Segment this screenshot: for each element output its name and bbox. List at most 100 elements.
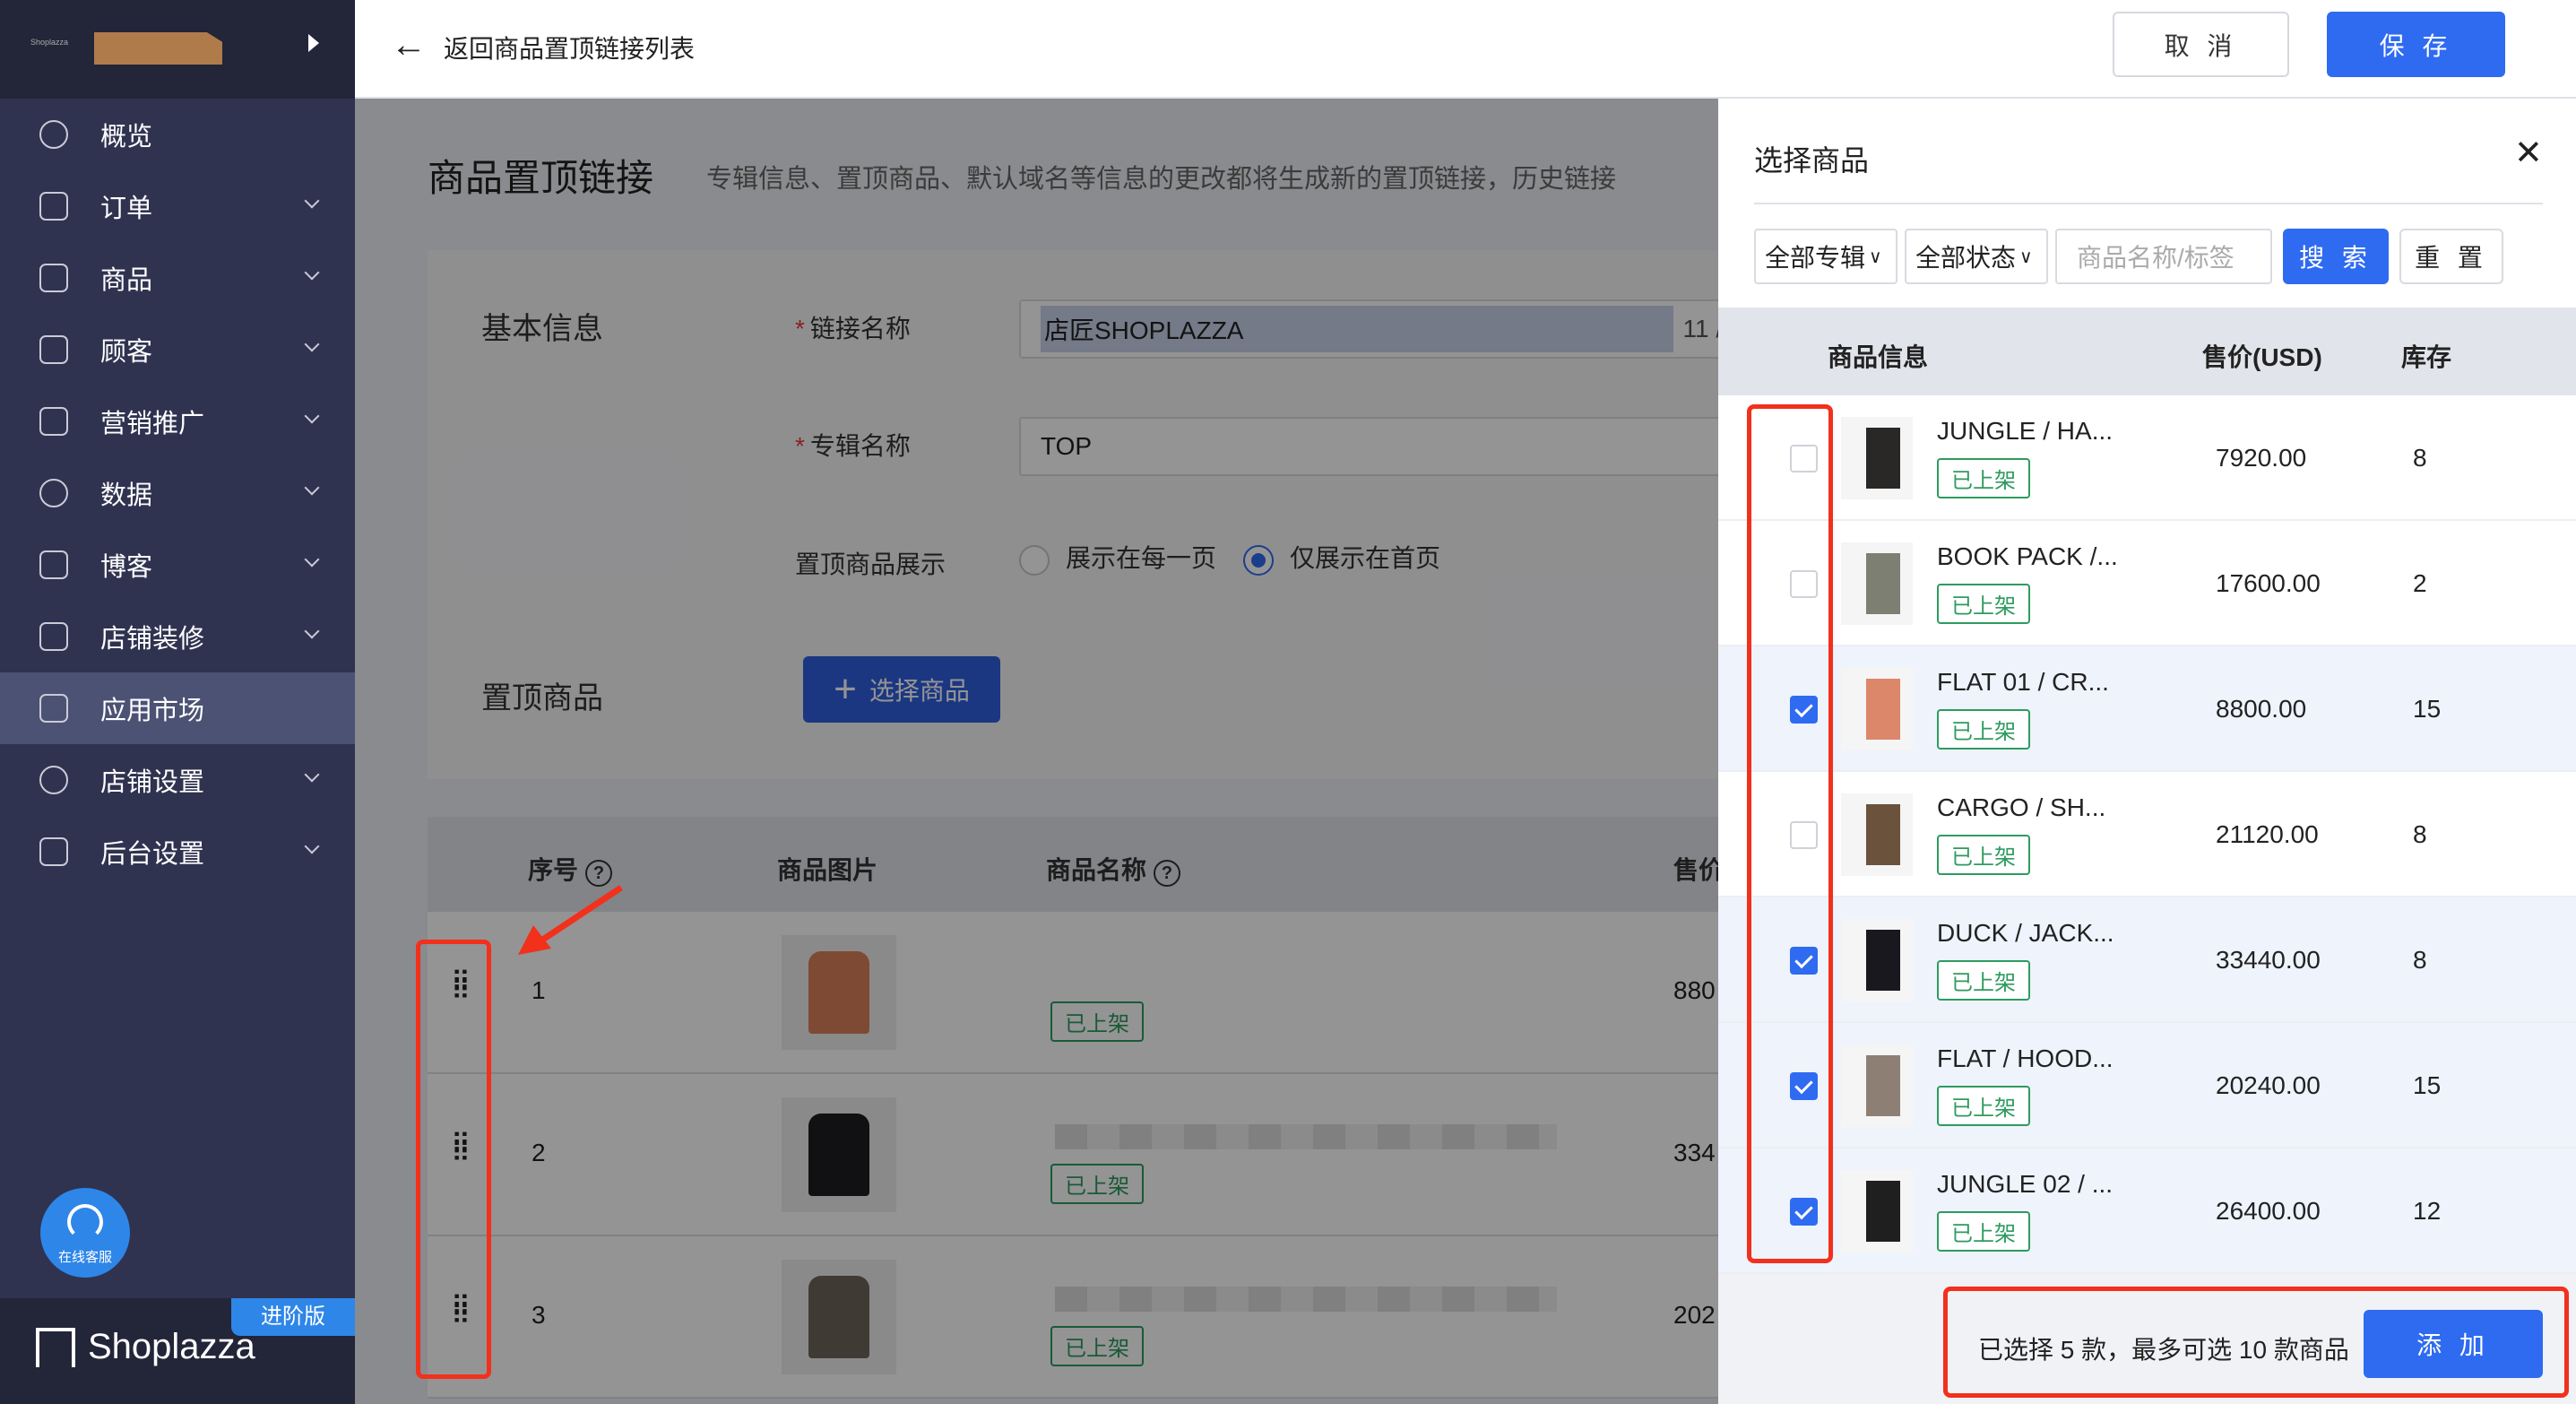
sidebar-item-label: 博客 [100, 553, 153, 582]
shoplazza-logo-icon [36, 1327, 75, 1367]
save-button[interactable]: 保 存 [2327, 12, 2505, 77]
sidebar-item-label: 店铺设置 [100, 768, 205, 797]
product-name: FLAT 01 / CR... [1937, 668, 2109, 696]
product-row[interactable]: FLAT 01 / CR... 已上架 8800.00 15 [1718, 646, 2576, 772]
product-price: 20240.00 [2216, 1071, 2321, 1099]
storefront-icon [39, 622, 68, 651]
product-price: 17600.00 [2216, 569, 2321, 597]
sidebar-item-2[interactable]: 商品 [0, 242, 355, 314]
product-row[interactable]: CARGO / SH... 已上架 21120.00 8 [1718, 772, 2576, 897]
store-logo: Shoplazza [30, 38, 69, 47]
status-badge: 已上架 [1937, 1086, 2030, 1126]
annotation-arrow-icon [518, 885, 623, 955]
cancel-button[interactable]: 取 消 [2113, 12, 2289, 77]
col-stock: 库存 [2401, 343, 2452, 371]
product-thumbnail [1841, 793, 1913, 876]
status-badge: 已上架 [1937, 584, 2030, 624]
product-name: BOOK PACK /... [1937, 542, 2118, 570]
product-row[interactable]: JUNGLE 02 / ... 已上架 26400.00 12 [1718, 1148, 2576, 1274]
annotation-checkbox-box [1747, 404, 1833, 1263]
monitor-icon [39, 837, 68, 866]
sidebar-item-1[interactable]: 订单 [0, 170, 355, 242]
drawer-title: 选择商品 [1754, 144, 1870, 177]
product-name: CARGO / SH... [1937, 793, 2106, 821]
support-label: 在线客服 [57, 1250, 112, 1265]
product-thumbnail [1841, 417, 1913, 499]
sidebar-item-label: 营销推广 [100, 410, 205, 438]
product-price: 26400.00 [2216, 1197, 2321, 1225]
order-list-icon [39, 192, 68, 221]
select-products-drawer: 选择商品 ✕ 全部专辑 ∨ 全部状态 ∨ 商品名称/标签 搜 索 重 置 商品信息 … [1718, 99, 2576, 1404]
sidebar-item-label: 概览 [100, 123, 153, 152]
product-search-input[interactable]: 商品名称/标签 [2055, 229, 2272, 284]
sidebar-item-9[interactable]: 店铺设置 [0, 744, 355, 816]
product-stock: 8 [2413, 946, 2427, 974]
search-button[interactable]: 搜 索 [2283, 229, 2389, 284]
product-row[interactable]: DUCK / JACK... 已上架 33440.00 8 [1718, 897, 2576, 1023]
users-icon [39, 335, 68, 364]
product-thumbnail [1841, 1170, 1913, 1252]
product-row[interactable]: JUNGLE / HA... 已上架 7920.00 8 [1718, 395, 2576, 521]
sidebar-item-label: 后台设置 [100, 840, 205, 869]
product-table-header: 商品信息 售价(USD) 库存 [1718, 308, 2576, 395]
compass-icon [39, 120, 68, 149]
document-icon [39, 550, 68, 579]
product-name: FLAT / HOOD... [1937, 1044, 2114, 1072]
chevron-down-icon [304, 838, 320, 854]
sidebar-item-10[interactable]: 后台设置 [0, 816, 355, 888]
back-arrow-icon[interactable]: ← [391, 25, 427, 65]
chevron-down-icon [304, 336, 320, 352]
box-icon [39, 264, 68, 292]
brand-name: Shoplazza [88, 1327, 255, 1366]
col-product-info: 商品信息 [1828, 343, 1929, 371]
chevron-down-icon [304, 408, 320, 424]
sidebar-item-6[interactable]: 博客 [0, 529, 355, 601]
product-row[interactable]: BOOK PACK /... 已上架 17600.00 2 [1718, 521, 2576, 646]
status-badge: 已上架 [1937, 458, 2030, 498]
status-badge: 已上架 [1937, 1211, 2030, 1252]
status-badge: 已上架 [1937, 835, 2030, 875]
online-support-button[interactable]: 在线客服 [40, 1188, 130, 1278]
chevron-down-icon: ∨ [1869, 247, 1882, 267]
product-thumbnail [1841, 919, 1913, 1001]
status-badge: 已上架 [1937, 960, 2030, 1001]
sidebar-item-label: 商品 [100, 266, 153, 295]
product-name: DUCK / JACK... [1937, 919, 2114, 947]
reset-button[interactable]: 重 置 [2399, 229, 2503, 284]
expand-triangle-icon[interactable] [308, 34, 319, 52]
brand-logo: Shoplazza [36, 1327, 255, 1367]
product-stock: 2 [2413, 569, 2427, 597]
product-thumbnail [1841, 1044, 1913, 1127]
sidebar-item-label: 顾客 [100, 338, 153, 367]
col-price: 售价(USD) [2202, 343, 2322, 371]
sidebar-item-3[interactable]: 顾客 [0, 314, 355, 386]
sidebar-item-0[interactable]: 概览 [0, 99, 355, 170]
product-row[interactable]: FLAT / HOOD... 已上架 20240.00 15 [1718, 1023, 2576, 1148]
sidebar-item-7[interactable]: 店铺装修 [0, 601, 355, 672]
product-name: JUNGLE 02 / ... [1937, 1170, 2114, 1198]
divider [1754, 203, 2543, 204]
product-stock: 8 [2413, 820, 2427, 848]
product-name: JUNGLE / HA... [1937, 417, 2114, 445]
collection-filter-dropdown[interactable]: 全部专辑 ∨ [1754, 229, 1897, 284]
status-filter-dropdown[interactable]: 全部状态 ∨ [1905, 229, 2048, 284]
product-price: 21120.00 [2216, 820, 2319, 848]
sidebar-item-4[interactable]: 营销推广 [0, 386, 355, 457]
headset-icon [67, 1204, 103, 1240]
sidebar-item-5[interactable]: 数据 [0, 457, 355, 529]
sidebar-item-8[interactable]: 应用市场 [0, 672, 355, 744]
chevron-down-icon: ∨ [2019, 247, 2033, 267]
close-icon[interactable]: ✕ [2514, 133, 2543, 173]
back-link[interactable]: 返回商品置顶链接列表 [444, 30, 695, 65]
sidebar-item-label: 订单 [100, 195, 153, 223]
chevron-down-icon [304, 623, 320, 639]
megaphone-icon [39, 407, 68, 436]
status-badge: 已上架 [1937, 709, 2030, 750]
chevron-down-icon [304, 480, 320, 496]
annotation-footer-box [1943, 1287, 2569, 1398]
modal-backdrop[interactable] [355, 99, 1718, 1404]
product-stock: 12 [2413, 1197, 2442, 1225]
sidebar-item-label: 数据 [100, 481, 153, 510]
product-thumbnail [1841, 668, 1913, 750]
product-stock: 15 [2413, 695, 2442, 723]
